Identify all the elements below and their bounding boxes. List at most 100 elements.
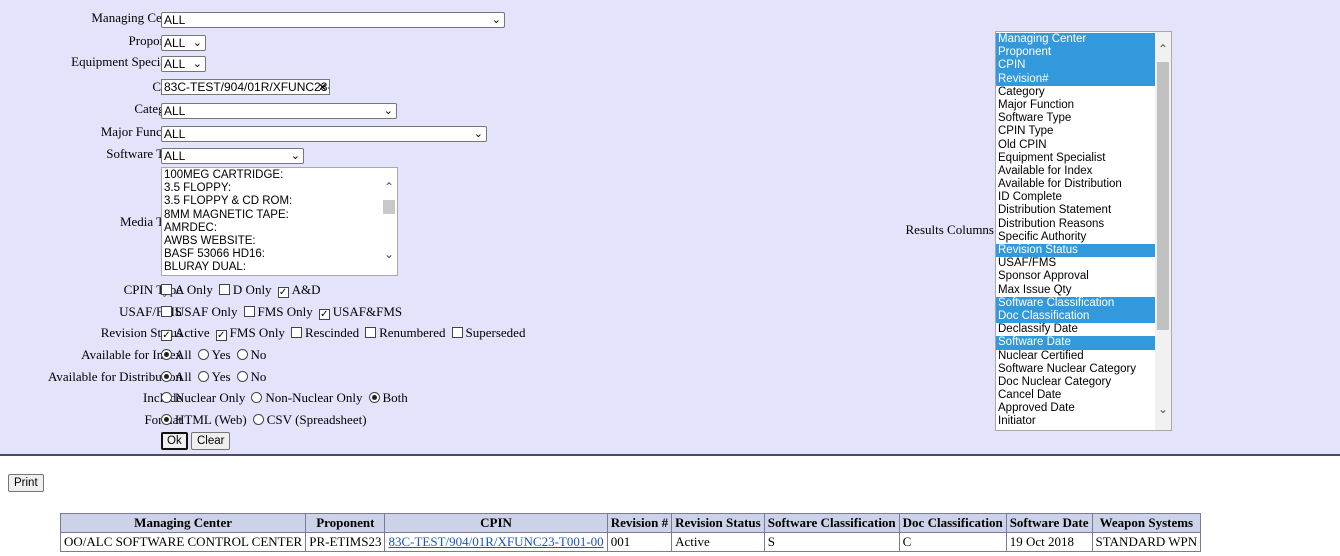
media-type-listbox[interactable]: 100MEG CARTRIDGE: 3.5 FLOPPY: 3.5 FLOPPY &… (161, 167, 398, 276)
clear-icon[interactable]: × (319, 80, 326, 94)
checkbox-unchecked-icon[interactable] (161, 306, 172, 317)
revision-status-option-active[interactable]: ✓ Active (161, 325, 210, 341)
scroll-up-icon[interactable]: ⌃ (381, 180, 397, 194)
results-column-option-revision[interactable]: Revision# (996, 72, 1171, 86)
available-distribution-option-all[interactable]: All (161, 369, 192, 384)
revision-status-option-rescinded[interactable]: Rescinded (290, 325, 359, 340)
include-option-non-nuclear-only[interactable]: Non-Nuclear Only (251, 390, 363, 405)
results-column-option-cpin[interactable]: CPIN (996, 59, 1171, 73)
media-type-option[interactable]: 3.5 FLOPPY & CD ROM: (162, 195, 397, 208)
results-column-option-available-for-distribution[interactable]: Available for Distribution (996, 178, 1171, 191)
available-distribution-option-no[interactable]: No (236, 369, 266, 384)
results-column-option-initiator[interactable]: Initiator (996, 415, 1171, 428)
format-option-csv-spreadsheet[interactable]: CSV (Spreadsheet) (252, 412, 367, 427)
scroll-down-icon[interactable]: ⌄ (1155, 402, 1171, 416)
checkbox-checked-icon[interactable]: ✓ (277, 287, 289, 298)
results-column-option-equipment-specialist[interactable]: Equipment Specialist (996, 152, 1171, 165)
revision-status-option-fms-only[interactable]: ✓ FMS Only (215, 325, 285, 341)
media-type-scrollbar[interactable]: ⌃ ⌄ (381, 172, 397, 271)
available-distribution-option-yes[interactable]: Yes (197, 369, 231, 384)
radio-checked-icon[interactable] (161, 414, 172, 425)
results-column-option-cpin-type[interactable]: CPIN Type (996, 125, 1171, 138)
available-index-option-no[interactable]: No (236, 347, 266, 362)
results-column-option-software-classification[interactable]: Software Classification (996, 296, 1171, 310)
results-column-option-software-date[interactable]: Software Date (996, 336, 1171, 350)
ok-button[interactable]: Ok (161, 432, 188, 450)
results-column-option-specific-authority[interactable]: Specific Authority (996, 231, 1171, 244)
radio-checked-icon[interactable] (368, 392, 380, 403)
radio-checked-icon[interactable] (161, 349, 172, 360)
results-column-option-software-type[interactable]: Software Type (996, 112, 1171, 125)
radio-unchecked-icon[interactable] (236, 349, 248, 360)
revision-status-option-renumbered[interactable]: Renumbered (365, 325, 446, 340)
media-type-option[interactable]: AMRDEC: (162, 222, 397, 235)
revision-status-option-superseded[interactable]: Superseded (451, 325, 525, 340)
results-column-option-nuclear-certified[interactable]: Nuclear Certified (996, 350, 1171, 363)
results-column-option-id-complete[interactable]: ID Complete (996, 191, 1171, 204)
results-column-option-distribution-reasons[interactable]: Distribution Reasons (996, 218, 1171, 231)
results-column-option-distribution-statement[interactable]: Distribution Statement (996, 204, 1171, 217)
print-button[interactable]: Print (8, 474, 44, 492)
usaf-fms-option-fms-only[interactable]: FMS Only (243, 304, 313, 319)
radio-checked-icon[interactable] (161, 371, 172, 382)
results-column-option-managing-center[interactable]: Managing Center (996, 33, 1171, 47)
results-columns-scrollbar[interactable]: ⌃ ⌄ (1155, 32, 1171, 430)
radio-unchecked-icon[interactable] (197, 371, 209, 382)
media-type-option[interactable]: BASF 53066 HD16: (162, 248, 397, 261)
radio-unchecked-icon[interactable] (197, 349, 209, 360)
usaf-fms-option-usaf-only[interactable]: USAF Only (161, 304, 238, 319)
clear-button[interactable]: Clear (190, 432, 231, 450)
include-option-both[interactable]: Both (368, 390, 408, 405)
checkbox-checked-icon[interactable]: ✓ (215, 330, 227, 341)
cpin-input[interactable]: 83C-TEST/904/01R/XFUNC23-T001-0( × (161, 79, 330, 95)
checkbox-unchecked-icon[interactable] (290, 327, 302, 338)
available-index-option-yes[interactable]: Yes (197, 347, 231, 362)
results-column-option-category[interactable]: Category (996, 86, 1171, 99)
managing-center-select[interactable]: ALL ⌄ (161, 12, 505, 29)
radio-unchecked-icon[interactable] (251, 392, 263, 403)
cpin-type-option-a-d[interactable]: ✓ A&D (277, 282, 320, 298)
radio-unchecked-icon[interactable] (252, 414, 264, 425)
results-column-option-revision-status[interactable]: Revision Status (996, 244, 1171, 258)
scroll-thumb[interactable] (383, 200, 395, 214)
checkbox-unchecked-icon[interactable] (243, 306, 255, 317)
category-select[interactable]: ALL ⌄ (161, 103, 397, 120)
equipment-specialist-select[interactable]: ALL ⌄ (161, 56, 206, 73)
results-column-option-cancel-date[interactable]: Cancel Date (996, 389, 1171, 402)
results-column-option-declassify-date[interactable]: Declassify Date (996, 323, 1171, 336)
cpin-type-option-a-only[interactable]: A Only (161, 282, 213, 297)
scroll-down-icon[interactable]: ⌄ (381, 247, 397, 261)
media-type-option[interactable]: BLURAY DUAL: (162, 261, 397, 274)
results-column-option-max-issue-qty[interactable]: Max Issue Qty (996, 284, 1171, 297)
results-column-option-software-nuclear-category[interactable]: Software Nuclear Category (996, 363, 1171, 376)
major-function-select[interactable]: ALL ⌄ (161, 126, 487, 143)
results-column-option-doc-classification[interactable]: Doc Classification (996, 309, 1171, 324)
scroll-up-icon[interactable]: ⌃ (1155, 42, 1171, 56)
proponent-select[interactable]: ALL ⌄ (161, 35, 206, 52)
usaf-fms-option-usaf-fms[interactable]: ✓ USAF&FMS (318, 304, 402, 320)
results-column-option-old-cpin[interactable]: Old CPIN (996, 139, 1171, 152)
media-type-option[interactable]: AWBS WEBSITE: (162, 235, 397, 248)
cpin-link[interactable]: 83C-TEST/904/01R/XFUNC23-T001-00 (388, 534, 603, 549)
software-type-select[interactable]: ALL ⌄ (161, 148, 304, 165)
checkbox-unchecked-icon[interactable] (218, 284, 230, 295)
include-option-nuclear-only[interactable]: Nuclear Only (161, 390, 245, 405)
checkbox-checked-icon[interactable]: ✓ (318, 309, 330, 320)
results-column-option-approved-date[interactable]: Approved Date (996, 402, 1171, 415)
results-column-option-major-function[interactable]: Major Function (996, 99, 1171, 112)
checkbox-unchecked-icon[interactable] (365, 327, 377, 338)
checkbox-unchecked-icon[interactable] (451, 327, 463, 338)
radio-unchecked-icon[interactable] (236, 371, 248, 382)
results-column-option-available-for-index[interactable]: Available for Index (996, 165, 1171, 178)
results-column-option-usaf-fms[interactable]: USAF/FMS (996, 257, 1171, 270)
checkbox-checked-icon[interactable]: ✓ (161, 330, 172, 341)
results-columns-listbox[interactable]: Managing Center Proponent CPIN Revision# Cat… (995, 31, 1172, 431)
checkbox-unchecked-icon[interactable] (161, 284, 172, 295)
format-option-html-web[interactable]: HTML (Web) (161, 412, 247, 427)
media-type-option[interactable]: 3.5 FLOPPY: (162, 182, 397, 195)
media-type-option[interactable]: 100MEG CARTRIDGE: (162, 169, 397, 182)
available-index-option-all[interactable]: All (161, 347, 192, 362)
cpin-type-option-d-only[interactable]: D Only (218, 282, 272, 297)
results-column-option-sponsor-approval[interactable]: Sponsor Approval (996, 270, 1171, 283)
media-type-option[interactable]: 8MM MAGNETIC TAPE: (162, 209, 397, 222)
